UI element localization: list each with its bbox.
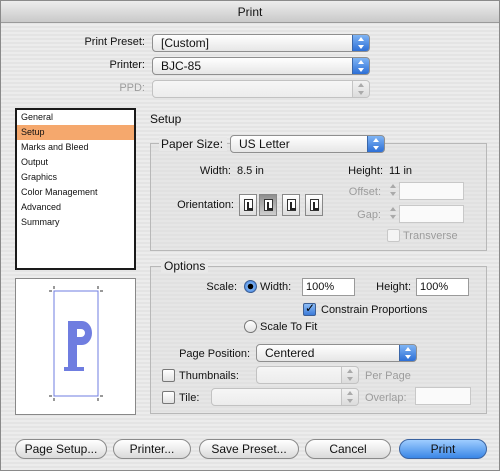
reverse-landscape-icon[interactable] (305, 194, 323, 216)
per-page-label: Per Page (365, 370, 411, 382)
scale-height-label: Height: (376, 281, 411, 293)
popup-arrows-icon (367, 136, 384, 152)
overlap-field[interactable] (415, 387, 471, 405)
thumbnails-checkbox[interactable] (162, 369, 175, 382)
offset-label: Offset: (348, 186, 381, 198)
scale-to-fit-radio[interactable] (244, 320, 257, 333)
print-button[interactable]: Print (399, 439, 487, 459)
page-position-value: Centered (265, 346, 315, 360)
constrain-proportions-checkbox[interactable] (303, 301, 316, 316)
sidebar-item-general[interactable]: General (17, 110, 134, 125)
page-position-popup[interactable]: Centered (256, 344, 417, 362)
overlap-label: Overlap: (365, 392, 407, 404)
preview-graphic (49, 286, 103, 401)
popup-arrows-icon (352, 81, 369, 97)
sidebar-item-color-management[interactable]: Color Management (17, 185, 134, 200)
offset-stepper[interactable] (387, 182, 398, 200)
portrait-icon[interactable] (239, 194, 257, 216)
tile-checkbox[interactable] (162, 391, 175, 404)
popup-arrows-icon (341, 389, 358, 405)
sidebar-item-marks-and-bleed[interactable]: Marks and Bleed (17, 140, 134, 155)
scale-to-fit-label: Scale To Fit (260, 321, 318, 333)
thumbnails-label: Thumbnails: (179, 370, 239, 382)
reverse-portrait-icon[interactable] (282, 194, 300, 216)
orientation-label: Orientation: (177, 199, 234, 211)
options-heading: Options (161, 259, 209, 273)
paper-height-value: 11 in (389, 165, 413, 177)
setup-heading: Setup (150, 112, 182, 126)
transverse-label: Transverse (403, 230, 458, 242)
save-preset-button[interactable]: Save Preset... (199, 439, 299, 459)
print-preset-popup[interactable]: [Custom] (152, 34, 370, 52)
page-position-label: Page Position: (179, 348, 250, 360)
scale-label: Scale: (206, 281, 237, 293)
tile-label: Tile: (179, 392, 200, 404)
popup-arrows-icon (399, 345, 416, 361)
ppd-label: PPD: (119, 82, 145, 94)
paper-size-popup[interactable]: US Letter (230, 135, 385, 153)
transverse-checkbox[interactable] (387, 229, 400, 242)
gap-label: Gap: (357, 209, 381, 221)
gap-stepper[interactable] (387, 205, 398, 223)
scale-width-label: Width: (260, 281, 292, 293)
ppd-popup[interactable] (152, 80, 370, 98)
popup-arrows-icon (352, 35, 369, 51)
scale-height-field[interactable]: 100% (416, 278, 469, 296)
paper-height-label: Height: (348, 165, 383, 177)
paper-size-label: Paper Size: (159, 137, 227, 151)
thumbnails-popup[interactable] (256, 366, 359, 384)
page-setup-button[interactable]: Page Setup... (15, 439, 107, 459)
sidebar-item-setup[interactable]: Setup (17, 125, 134, 140)
popup-arrows-icon (352, 58, 369, 74)
printer-label: Printer: (109, 59, 145, 71)
printer-button[interactable]: Printer... (113, 439, 191, 459)
paper-width-value: 8.5 in (237, 165, 264, 177)
printer-popup[interactable]: BJC-85 (152, 57, 370, 75)
landscape-icon[interactable] (259, 194, 277, 216)
tile-popup[interactable] (211, 388, 359, 406)
scale-width-radio[interactable] (244, 280, 257, 293)
print-preset-label: Print Preset: (84, 36, 145, 48)
print-preset-value: [Custom] (161, 36, 210, 50)
sidebar-item-summary[interactable]: Summary (17, 215, 134, 230)
constrain-proportions-label: Constrain Proportions (321, 304, 428, 316)
paper-size-value: US Letter (239, 137, 290, 151)
printer-value: BJC-85 (161, 59, 202, 73)
gap-field[interactable] (399, 205, 464, 223)
sidebar-item-graphics[interactable]: Graphics (17, 170, 134, 185)
print-dialog: Print Print Preset: [Custom] Printer: BJ… (0, 0, 500, 471)
window-title: Print (1, 1, 499, 23)
category-list: General Setup Marks and Bleed Output Gra… (15, 108, 136, 270)
cancel-button[interactable]: Cancel (305, 439, 391, 459)
paper-width-label: Width: (199, 165, 231, 177)
offset-field[interactable] (399, 182, 464, 200)
scale-width-field[interactable]: 100% (302, 278, 355, 296)
sidebar-item-advanced[interactable]: Advanced (17, 200, 134, 215)
sidebar-item-output[interactable]: Output (17, 155, 134, 170)
popup-arrows-icon (341, 367, 358, 383)
page-preview (15, 278, 136, 415)
